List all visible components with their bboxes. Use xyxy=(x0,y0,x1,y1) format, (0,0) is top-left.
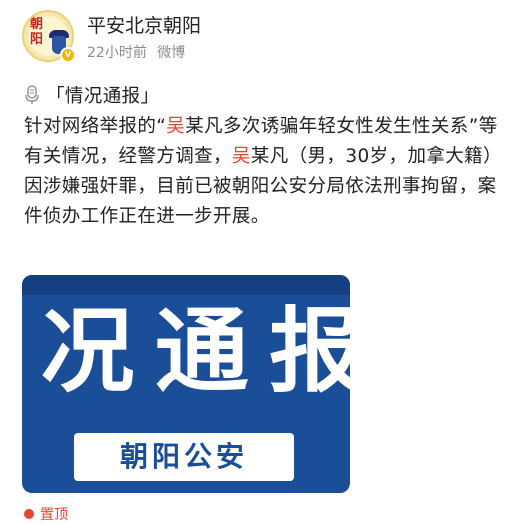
image-title-clip: 况通报 xyxy=(22,275,350,435)
post-image[interactable]: 况通报 朝阳公安 xyxy=(22,275,350,493)
post-content: 「情况通报」 针对网络举报的“吴某凡多次诱骗年轻女性发生性关系”等有关情况，经警方… xyxy=(24,82,514,232)
highlight-keyword[interactable]: 吴 xyxy=(232,146,251,167)
post-meta: 22小时前 微博 xyxy=(87,42,191,62)
post-source: 微博 xyxy=(157,45,186,61)
avatar-text-1: 朝 xyxy=(30,17,44,32)
pinned-indicator: 置顶 xyxy=(24,504,68,524)
image-label-text: 朝阳公安 xyxy=(119,440,248,473)
image-title-text: 况通报 xyxy=(40,298,350,405)
account-name[interactable]: 平安北京朝阳 xyxy=(87,11,201,38)
microphone-icon xyxy=(25,85,39,104)
post-time: 22小时前 xyxy=(87,45,147,61)
post-header: 朝 阳 v 平安北京朝阳 22小时前 微博 xyxy=(0,0,530,70)
content-text-1: 针对网络举报的“ xyxy=(24,116,167,137)
verified-icon: v xyxy=(60,47,76,63)
content-heading: 「情况通报」 xyxy=(46,86,160,107)
highlight-keyword[interactable]: 吴 xyxy=(166,116,185,137)
pinned-text: 置顶 xyxy=(40,507,68,523)
image-label-box: 朝阳公安 xyxy=(74,433,294,481)
avatar-text-2: 阳 xyxy=(30,32,44,47)
pin-icon xyxy=(24,509,34,519)
